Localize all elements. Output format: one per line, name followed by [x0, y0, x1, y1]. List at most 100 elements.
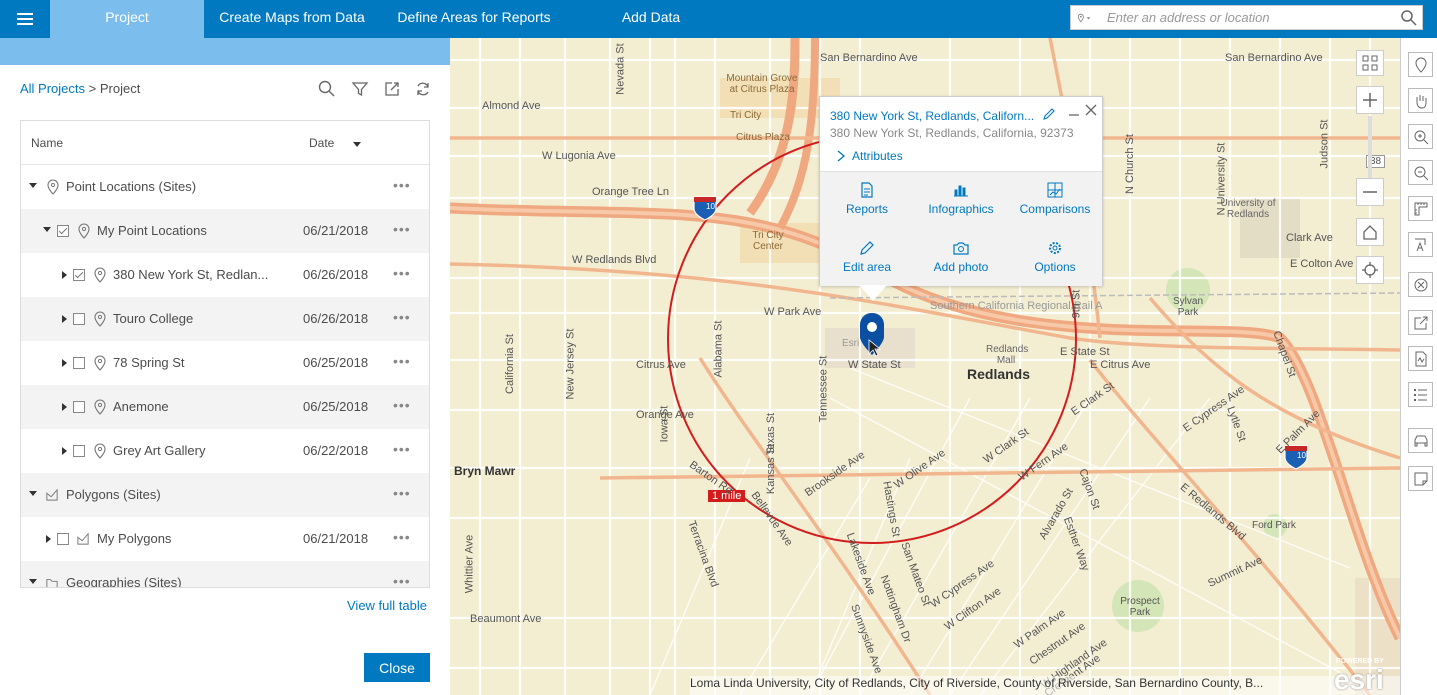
row-checkbox[interactable]: [57, 225, 69, 237]
collapse-icon[interactable]: [29, 579, 37, 584]
more-options-icon[interactable]: •••: [393, 309, 411, 325]
table-row[interactable]: Point Locations (Sites) •••: [21, 165, 429, 209]
expand-icon[interactable]: [62, 315, 67, 323]
row-checkbox[interactable]: [73, 313, 85, 325]
more-options-icon[interactable]: •••: [393, 265, 411, 281]
row-checkbox[interactable]: [73, 357, 85, 369]
row-label: Geographies (Sites): [66, 575, 182, 588]
row-checkbox[interactable]: [57, 533, 69, 545]
search-icon[interactable]: [317, 79, 337, 99]
collapse-icon[interactable]: [29, 183, 37, 188]
tab-add-data[interactable]: Add Data: [568, 0, 734, 38]
location-pin-icon[interactable]: [1077, 11, 1091, 25]
row-checkbox[interactable]: [73, 445, 85, 457]
zoom-slider-track[interactable]: [1368, 116, 1372, 178]
basemap-gallery-button[interactable]: [1356, 50, 1384, 76]
breadcrumb-all-projects[interactable]: All Projects: [20, 81, 85, 96]
more-options-icon[interactable]: •••: [393, 397, 411, 413]
reports-button[interactable]: Reports: [827, 182, 907, 216]
export-icon[interactable]: [382, 79, 402, 99]
label-tool-button[interactable]: [1408, 232, 1433, 257]
more-options-icon[interactable]: •••: [393, 573, 411, 587]
clear-icon: [1414, 278, 1428, 292]
zoom-in-button[interactable]: [1356, 86, 1384, 114]
column-name-header[interactable]: Name: [31, 136, 63, 150]
close-icon[interactable]: [1084, 103, 1098, 117]
minimize-icon[interactable]: [1068, 107, 1080, 121]
measure-tool-button[interactable]: [1408, 196, 1433, 221]
add-photo-button[interactable]: Add photo: [921, 240, 1001, 274]
expand-icon[interactable]: [62, 447, 67, 455]
row-label: 78 Spring St: [113, 355, 185, 370]
comparisons-button[interactable]: Comparisons: [1015, 182, 1095, 216]
popup-title[interactable]: 380 New York St, Redlands, Californ...: [830, 109, 1034, 123]
bar-chart-icon: [954, 185, 968, 197]
search-icon[interactable]: [1400, 9, 1418, 27]
table-row[interactable]: My Point Locations 06/21/2018 •••: [21, 209, 429, 253]
edit-area-button[interactable]: Edit area: [827, 240, 907, 274]
table-row[interactable]: 380 New York St, Redlan... 06/26/2018 ••…: [21, 253, 429, 297]
zoom-out-button[interactable]: [1356, 178, 1384, 206]
collapse-icon[interactable]: [29, 491, 37, 496]
text-label-icon: [1415, 238, 1426, 252]
table-row[interactable]: My Polygons 06/21/2018 •••: [21, 517, 429, 561]
share-tool-button[interactable]: [1408, 310, 1433, 335]
tab-create-maps[interactable]: Create Maps from Data: [204, 0, 380, 38]
tab-project[interactable]: Project: [50, 0, 204, 38]
pin-tool-button[interactable]: [1408, 52, 1433, 77]
view-full-table-link[interactable]: View full table: [347, 598, 427, 613]
location-pin-icon: [94, 355, 106, 371]
tab-define-areas[interactable]: Define Areas for Reports: [380, 0, 568, 38]
more-options-icon[interactable]: •••: [393, 485, 411, 501]
collapse-icon[interactable]: [43, 227, 51, 232]
clear-tool-button[interactable]: [1408, 272, 1433, 297]
traffic-tool-button[interactable]: [1408, 428, 1433, 453]
breadcrumb-current: Project: [99, 81, 141, 96]
expand-icon[interactable]: [46, 535, 51, 543]
refresh-icon[interactable]: [413, 79, 433, 99]
table-row[interactable]: 78 Spring St 06/25/2018 •••: [21, 341, 429, 385]
table-row[interactable]: Polygons (Sites) •••: [21, 473, 429, 517]
row-date: 06/25/2018: [303, 355, 369, 370]
pan-tool-button[interactable]: [1408, 88, 1433, 113]
table-row[interactable]: Grey Art Gallery 06/22/2018 •••: [21, 429, 429, 473]
edit-icon[interactable]: [1042, 107, 1056, 121]
comparisons-label: Comparisons: [1019, 202, 1091, 216]
location-pin-icon: [94, 267, 106, 283]
more-options-icon[interactable]: •••: [393, 529, 411, 545]
search-input[interactable]: [1107, 7, 1387, 28]
zoom-in-tool-button[interactable]: [1408, 124, 1433, 149]
map-label: Citrus Ave: [636, 359, 686, 371]
locate-button[interactable]: [1356, 256, 1384, 284]
notes-tool-button[interactable]: [1408, 466, 1433, 491]
zoom-out-tool-button[interactable]: [1408, 160, 1433, 185]
filter-icon[interactable]: [350, 79, 370, 99]
map-label: Esri: [842, 338, 860, 349]
row-checkbox[interactable]: [73, 269, 85, 281]
attributes-label: Attributes: [852, 149, 903, 163]
table-row[interactable]: Anemone 06/25/2018 •••: [21, 385, 429, 429]
more-options-icon[interactable]: •••: [393, 177, 411, 193]
print-tool-button[interactable]: [1408, 346, 1433, 371]
table-row[interactable]: Touro College 06/26/2018 •••: [21, 297, 429, 341]
infographics-button[interactable]: Infographics: [921, 182, 1001, 216]
row-checkbox[interactable]: [73, 401, 85, 413]
more-options-icon[interactable]: •••: [393, 221, 411, 237]
more-options-icon[interactable]: •••: [393, 441, 411, 457]
close-button[interactable]: Close: [364, 653, 430, 682]
legend-tool-button[interactable]: [1408, 382, 1433, 407]
expand-icon[interactable]: [62, 271, 67, 279]
map-label: Whittier Ave: [463, 534, 476, 594]
add-photo-label: Add photo: [933, 260, 989, 274]
home-button[interactable]: [1356, 218, 1384, 246]
more-options-icon[interactable]: •••: [393, 353, 411, 369]
options-button[interactable]: Options: [1015, 240, 1095, 274]
camera-icon: [953, 242, 969, 255]
expand-icon[interactable]: [62, 403, 67, 411]
sort-down-icon[interactable]: [353, 142, 361, 147]
menu-button[interactable]: [0, 0, 50, 38]
expand-icon[interactable]: [62, 359, 67, 367]
column-date-header[interactable]: Date: [309, 136, 334, 150]
row-date: 06/26/2018: [303, 267, 369, 282]
table-row[interactable]: Geographies (Sites) •••: [21, 561, 429, 588]
